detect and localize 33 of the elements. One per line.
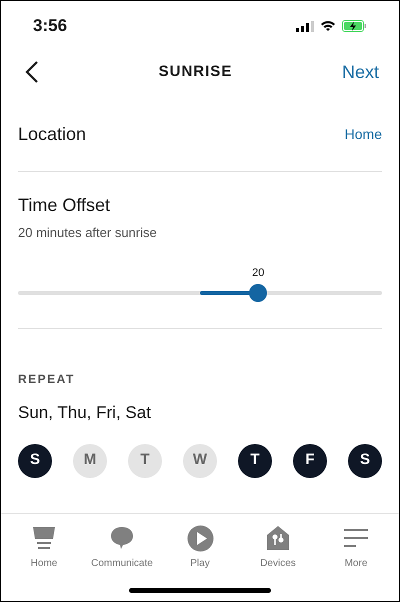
day-toggle[interactable]: S	[348, 444, 382, 478]
home-icon	[31, 525, 57, 551]
house-icon	[266, 525, 290, 551]
tab-bar-item[interactable]: More	[318, 524, 394, 571]
next-button[interactable]: Next	[342, 58, 379, 86]
slider-value: 20	[252, 266, 264, 280]
back-icon	[25, 60, 39, 84]
menu-icon	[343, 526, 369, 550]
speech-bubble-icon	[110, 525, 134, 551]
tab-bar-item[interactable]: Home	[6, 524, 82, 571]
signal-icon	[296, 20, 314, 32]
offset-slider[interactable]: 20	[18, 264, 382, 304]
battery-charging-icon	[342, 20, 367, 32]
tab-bar-item[interactable]: Communicate	[84, 524, 160, 571]
time-offset-label: Time Offset	[18, 194, 112, 217]
slider-thumb[interactable]	[249, 284, 268, 302]
tab-bar-item[interactable]: Play	[162, 524, 238, 571]
repeat-heading: REPEAT	[18, 371, 76, 388]
day-toggle[interactable]: F	[293, 444, 327, 478]
day-toggle[interactable]: M	[73, 444, 107, 478]
wifi-icon	[320, 20, 336, 32]
day-toggle[interactable]: W	[183, 444, 217, 478]
time-offset-description: 20 minutes after sunrise	[18, 224, 158, 242]
tab-bar-item[interactable]: Devices	[240, 524, 316, 571]
status-time: 3:56	[33, 15, 68, 38]
screen-title: SUNRISE	[158, 62, 232, 82]
day-toggle[interactable]: T	[238, 444, 272, 478]
location-label: Location	[18, 122, 86, 146]
day-toggle[interactable]: T	[128, 444, 162, 478]
day-toggle[interactable]: S	[18, 444, 52, 478]
location-link[interactable]: Home	[344, 124, 382, 144]
play-icon	[186, 524, 214, 552]
repeat-summary: Sun, Thu, Fri, Sat	[18, 402, 152, 424]
